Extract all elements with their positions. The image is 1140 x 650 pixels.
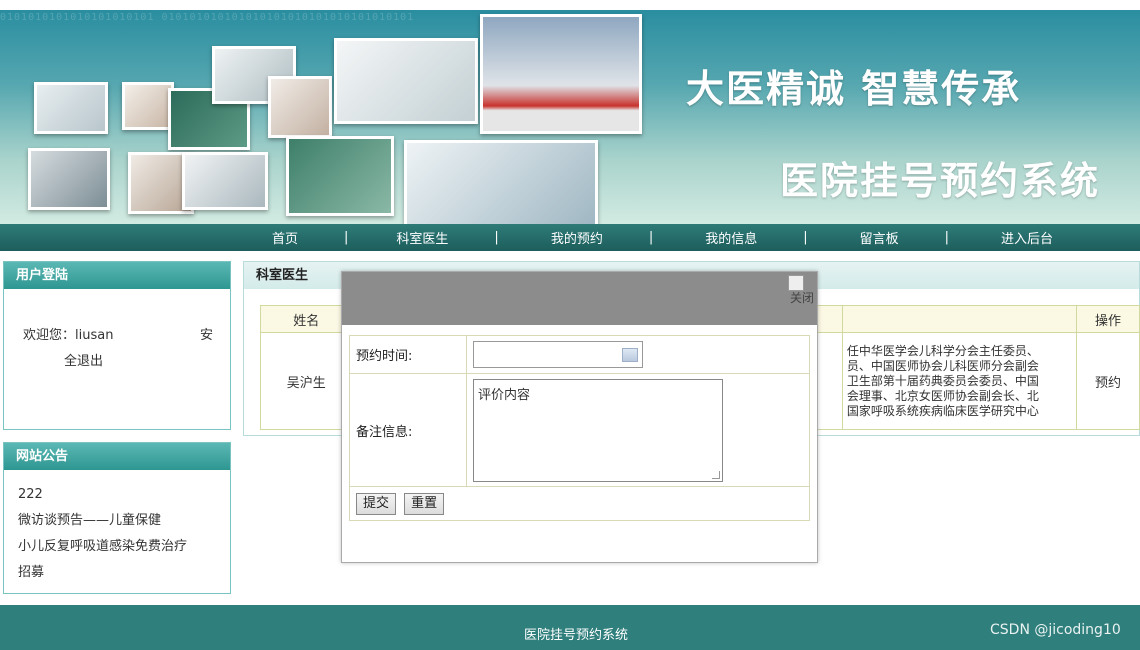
banner-photo-medical-team: [334, 38, 478, 124]
notice-item[interactable]: 招募: [18, 560, 230, 586]
appointment-time-input[interactable]: [473, 341, 643, 368]
nav-separator: |: [648, 230, 654, 245]
welcome-text: 欢迎您：liusan: [23, 328, 114, 343]
nav-item-message-board[interactable]: 留言板: [860, 228, 899, 247]
notice-item[interactable]: 小儿反复呼吸道感染免费治疗: [18, 534, 230, 560]
appointment-dialog: 关闭 预约时间: 备注信息: 评价内容 提交 重置: [341, 271, 818, 563]
resize-handle-icon[interactable]: [712, 470, 720, 479]
appointment-form: 预约时间: 备注信息: 评价内容 提交 重置: [349, 335, 810, 521]
column-header-name: 姓名: [260, 305, 353, 333]
banner-photo-hospital-building: [480, 14, 642, 134]
binary-pattern: 0101010101010101010101 01010101010101010…: [0, 12, 415, 23]
banner-photo-staff-lineup: [404, 140, 598, 224]
doctor-intro-line: 国家呼吸系统疾病临床医学研究中心: [846, 403, 1039, 418]
nav-separator: |: [803, 230, 808, 245]
nav-separator: |: [344, 230, 349, 245]
broken-image-icon: [788, 275, 804, 291]
nav-item-my-appointments[interactable]: 我的预约: [551, 228, 603, 247]
main-nav: 首页 | 科室医生 | 我的预约 | 我的信息 | 留言板 | 进入后台: [0, 224, 1140, 251]
notice-panel-title: 网站公告: [4, 443, 230, 470]
doctor-intro-line: 员、中国医师协会儿科医师分会副会: [846, 358, 1039, 373]
reset-button[interactable]: 重置: [404, 492, 445, 515]
logout-link[interactable]: 全退出: [64, 350, 103, 369]
logout-link[interactable]: 安: [200, 324, 213, 343]
doctor-intro-line: 卫生部第十届药典委员会委员、中国: [846, 373, 1039, 388]
banner-slogan-primary: 大医精诚 智慧传承: [686, 67, 1022, 111]
nav-item-departments[interactable]: 科室医生: [396, 228, 448, 247]
column-header-intro: [841, 305, 1077, 333]
nav-item-admin[interactable]: 进入后台: [1001, 228, 1053, 247]
notice-item[interactable]: 微访谈预告——儿童保健: [18, 508, 230, 534]
column-header-action: 操作: [1075, 305, 1140, 333]
form-row-memo: 备注信息: 评价内容: [349, 373, 810, 487]
submit-button[interactable]: 提交: [356, 492, 397, 515]
memo-textarea[interactable]: 评价内容: [473, 378, 723, 482]
nav-separator: |: [944, 230, 950, 245]
login-panel-title: 用户登陆: [4, 262, 230, 289]
notice-item[interactable]: 222: [18, 482, 230, 508]
banner-photo-lab: [28, 148, 110, 210]
memo-label: 备注信息:: [349, 373, 467, 487]
nav-item-my-info[interactable]: 我的信息: [705, 228, 757, 247]
doctor-name: 吴沪生: [260, 332, 353, 430]
header-banner: 0101010101010101010101 01010101010101010…: [0, 10, 1140, 224]
banner-photo-doctor-portrait: [268, 76, 332, 138]
dialog-header: 关闭: [342, 272, 817, 325]
nav-separator: |: [494, 230, 499, 245]
appointment-time-cell: [466, 335, 810, 374]
form-row-time: 预约时间:: [349, 335, 810, 374]
appointment-time-label: 预约时间:: [349, 335, 467, 374]
doctor-intro-line: 任中华医学会儿科学分会主任委员、: [846, 343, 1039, 358]
notice-list: 222 微访谈预告——儿童保健 小儿反复呼吸道感染免费治疗 招募: [4, 470, 230, 586]
banner-slogan-system-name: 医院挂号预约系统: [780, 159, 1101, 203]
login-panel: 用户登陆 欢迎您：liusan 安 全退出: [3, 261, 231, 430]
banner-photo-doctors-group: [182, 152, 268, 210]
form-buttons-cell: 提交 重置: [349, 486, 810, 521]
watermark: CSDN @jicoding10: [990, 622, 1121, 638]
footer: 医院挂号预约系统 CSDN @jicoding10: [0, 605, 1140, 650]
calendar-icon[interactable]: [622, 348, 638, 362]
form-row-buttons: 提交 重置: [349, 486, 810, 521]
banner-photo-surgery: [286, 136, 394, 216]
doctor-intro-line: 会理事、北京女医师协会副会长、北: [846, 388, 1039, 403]
close-label: 关闭: [789, 291, 814, 305]
nav-item-home[interactable]: 首页: [272, 228, 298, 247]
doctor-intro: 任中华医学会儿科学分会主任委员、 员、中国医师协会儿科医师分会副会 卫生部第十届…: [841, 332, 1077, 430]
memo-text: 评价内容: [478, 387, 531, 403]
memo-cell: 评价内容: [466, 373, 810, 487]
appointment-link[interactable]: 预约: [1075, 332, 1140, 430]
banner-photo-chart: [34, 82, 108, 134]
footer-text: 医院挂号预约系统: [524, 628, 629, 643]
close-button[interactable]: 关闭: [788, 275, 816, 305]
notice-panel: 网站公告 222 微访谈预告——儿童保健 小儿反复呼吸道感染免费治疗 招募: [3, 442, 231, 594]
banner-photo-nurse: [122, 82, 174, 130]
